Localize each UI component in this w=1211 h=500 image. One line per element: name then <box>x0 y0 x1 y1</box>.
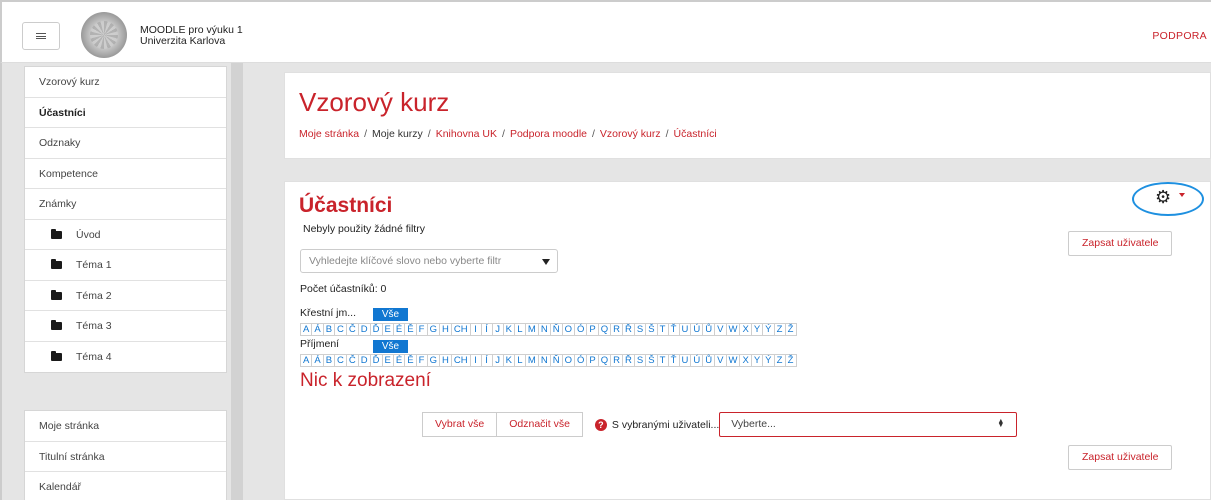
initial-letter-link[interactable]: CH <box>450 354 471 367</box>
enrol-users-button-bottom[interactable]: Zapsat uživatele <box>1068 445 1173 470</box>
bulk-actions: Vybrat vše Odznačit vše ? S vybranými už… <box>422 412 1018 437</box>
nav-item-section-intro[interactable]: Úvod <box>25 220 226 250</box>
folder-icon <box>51 228 62 239</box>
with-selected-select[interactable]: Vyberte... ▲ ▼ <box>719 412 1018 437</box>
chevron-down-icon[interactable] <box>1179 193 1185 197</box>
select-all-button[interactable]: Vybrat vše <box>422 412 498 437</box>
deselect-all-button[interactable]: Odznačit vše <box>496 412 583 437</box>
hamburger-menu-button[interactable] <box>22 22 60 50</box>
initial-letter-link[interactable]: M <box>524 354 539 367</box>
initial-letter-link[interactable]: CH <box>450 323 471 336</box>
initial-letter-link[interactable]: Ž <box>784 354 797 367</box>
nav-item-competencies[interactable]: Kompetence <box>25 159 226 189</box>
nav-item-section-4[interactable]: Téma 4 <box>25 342 226 373</box>
folder-icon <box>51 320 62 330</box>
initial-letter-link[interactable]: W <box>725 323 741 336</box>
folder-icon <box>51 350 62 361</box>
initial-letter-link[interactable]: O <box>561 323 575 336</box>
participants-region: Účastníci ⚙ Nebyly použity žádné filtry … <box>284 181 1211 500</box>
nav-item-calendar[interactable]: Kalendář <box>25 472 226 500</box>
initial-letter-link[interactable]: Ó <box>573 323 588 336</box>
university-seal-logo[interactable] <box>81 12 127 58</box>
gear-icon[interactable]: ⚙ <box>1155 187 1171 207</box>
nav-section-label: Téma 1 <box>76 259 112 271</box>
site-name-line2: Univerzita Karlova <box>140 35 226 47</box>
nav-item-section-1[interactable]: Téma 1 <box>25 250 226 281</box>
page-title: Vzorový kurz <box>299 87 450 117</box>
initial-letter-link[interactable]: G <box>426 354 440 367</box>
breadcrumb-separator: / <box>502 128 505 140</box>
enrol-users-button[interactable]: Zapsat uživatele <box>1068 231 1173 256</box>
hamburger-icon <box>36 33 46 39</box>
firstname-initials-bar: A Á B C Č D Ď E É Ě F G H CH I Í J K L M N Ň O Ó P Q R Ř S Š T Ť U Ú Ů V W X Y… <box>300 323 797 336</box>
site-name[interactable]: MOODLE pro výuku 1 Univerzita Karlova <box>140 25 243 47</box>
nothing-to-display: Nic k zobrazení <box>300 370 431 391</box>
breadcrumb-mycourses: Moje kurzy <box>372 128 423 140</box>
initial-letter-link[interactable]: O <box>561 354 575 367</box>
lastname-initials-bar: A Á B C Č D Ď E É Ě F G H CH I Í J K L M N Ň O Ó P Q R Ř S Š T Ť U Ú Ů V W X Y… <box>300 354 797 367</box>
breadcrumb-subcategory[interactable]: Podpora moodle <box>510 128 587 140</box>
breadcrumb-dashboard[interactable]: Moje stránka <box>299 128 359 140</box>
firstname-all-button[interactable]: Vše <box>373 308 408 321</box>
breadcrumb-separator: / <box>665 128 669 140</box>
initial-letter-link[interactable]: M <box>524 323 539 336</box>
left-drawer: Vzorový kurz Účastníci Odznaky Kompetenc… <box>0 63 243 500</box>
nav-item-participants[interactable]: Účastníci <box>25 98 226 128</box>
lastname-initial-label: Příjmení <box>300 338 340 350</box>
nav-item-badges[interactable]: Odznaky <box>25 128 226 159</box>
folder-icon <box>51 259 62 269</box>
participants-heading: Účastníci <box>299 194 393 217</box>
lastname-all-button[interactable]: Vše <box>373 340 408 353</box>
initial-letter-link[interactable]: G <box>426 323 440 336</box>
filter-placeholder: Vyhledejte klíčové slovo nebo vyberte fi… <box>309 255 502 267</box>
firstname-initial-label: Křestní jm... <box>300 307 357 319</box>
drawer-divider <box>231 63 243 500</box>
page-header: Vzorový kurz Moje stránka / Moje kurzy / Kni… <box>284 72 1211 159</box>
no-filters-text: Nebyly použity žádné filtry <box>303 223 425 235</box>
nav-item-grades[interactable]: Známky <box>25 189 226 220</box>
breadcrumb-course[interactable]: Vzorový kurz <box>600 128 661 140</box>
breadcrumb-separator: / <box>427 128 431 140</box>
site-navigation: Moje stránka Titulní stránka Kalendář <box>24 410 227 500</box>
nav-item-dashboard[interactable]: Moje stránka <box>25 411 226 442</box>
initial-letter-link[interactable]: Ž <box>784 323 797 336</box>
participant-count: Počet účastníků: 0 <box>300 283 387 295</box>
initial-letter-link[interactable]: Q <box>597 323 612 336</box>
help-icon[interactable]: ? <box>594 418 607 431</box>
support-link[interactable]: PODPORA <box>1152 30 1207 42</box>
breadcrumb-separator: / <box>364 128 368 140</box>
initial-letter-link[interactable]: Q <box>597 354 612 367</box>
initial-letter-link[interactable]: Ó <box>573 354 588 367</box>
nav-section-label: Téma 3 <box>76 320 112 332</box>
nav-item-section-3[interactable]: Téma 3 <box>25 311 226 342</box>
breadcrumb-participants[interactable]: Účastníci <box>674 128 717 140</box>
filter-search-input[interactable]: Vyhledejte klíčové slovo nebo vyberte fi… <box>300 249 558 273</box>
with-selected-label: S vybranými uživateli... <box>611 418 720 431</box>
breadcrumb: Moje stránka / Moje kurzy / Knihovna UK / Podp… <box>299 128 717 140</box>
breadcrumb-category[interactable]: Knihovna UK <box>436 128 497 140</box>
nav-item-home[interactable]: Titulní stránka <box>25 442 226 472</box>
with-selected-value: Vyberte... <box>731 418 776 430</box>
course-navigation: Vzorový kurz Účastníci Odznaky Kompetenc… <box>24 66 227 373</box>
select-arrows-icon: ▲ ▼ <box>997 418 1005 429</box>
nav-section-label: Téma 2 <box>76 289 112 302</box>
caret-down-icon <box>542 259 550 265</box>
top-navbar: MOODLE pro výuku 1 Univerzita Karlova PO… <box>0 0 1211 63</box>
folder-icon <box>51 289 62 300</box>
nav-section-label: Téma 4 <box>76 350 112 363</box>
nav-item-course[interactable]: Vzorový kurz <box>25 67 226 98</box>
breadcrumb-separator: / <box>592 128 595 140</box>
nav-item-section-2[interactable]: Téma 2 <box>25 281 226 311</box>
initial-letter-link[interactable]: W <box>725 354 741 367</box>
nav-section-label: Úvod <box>76 228 101 241</box>
